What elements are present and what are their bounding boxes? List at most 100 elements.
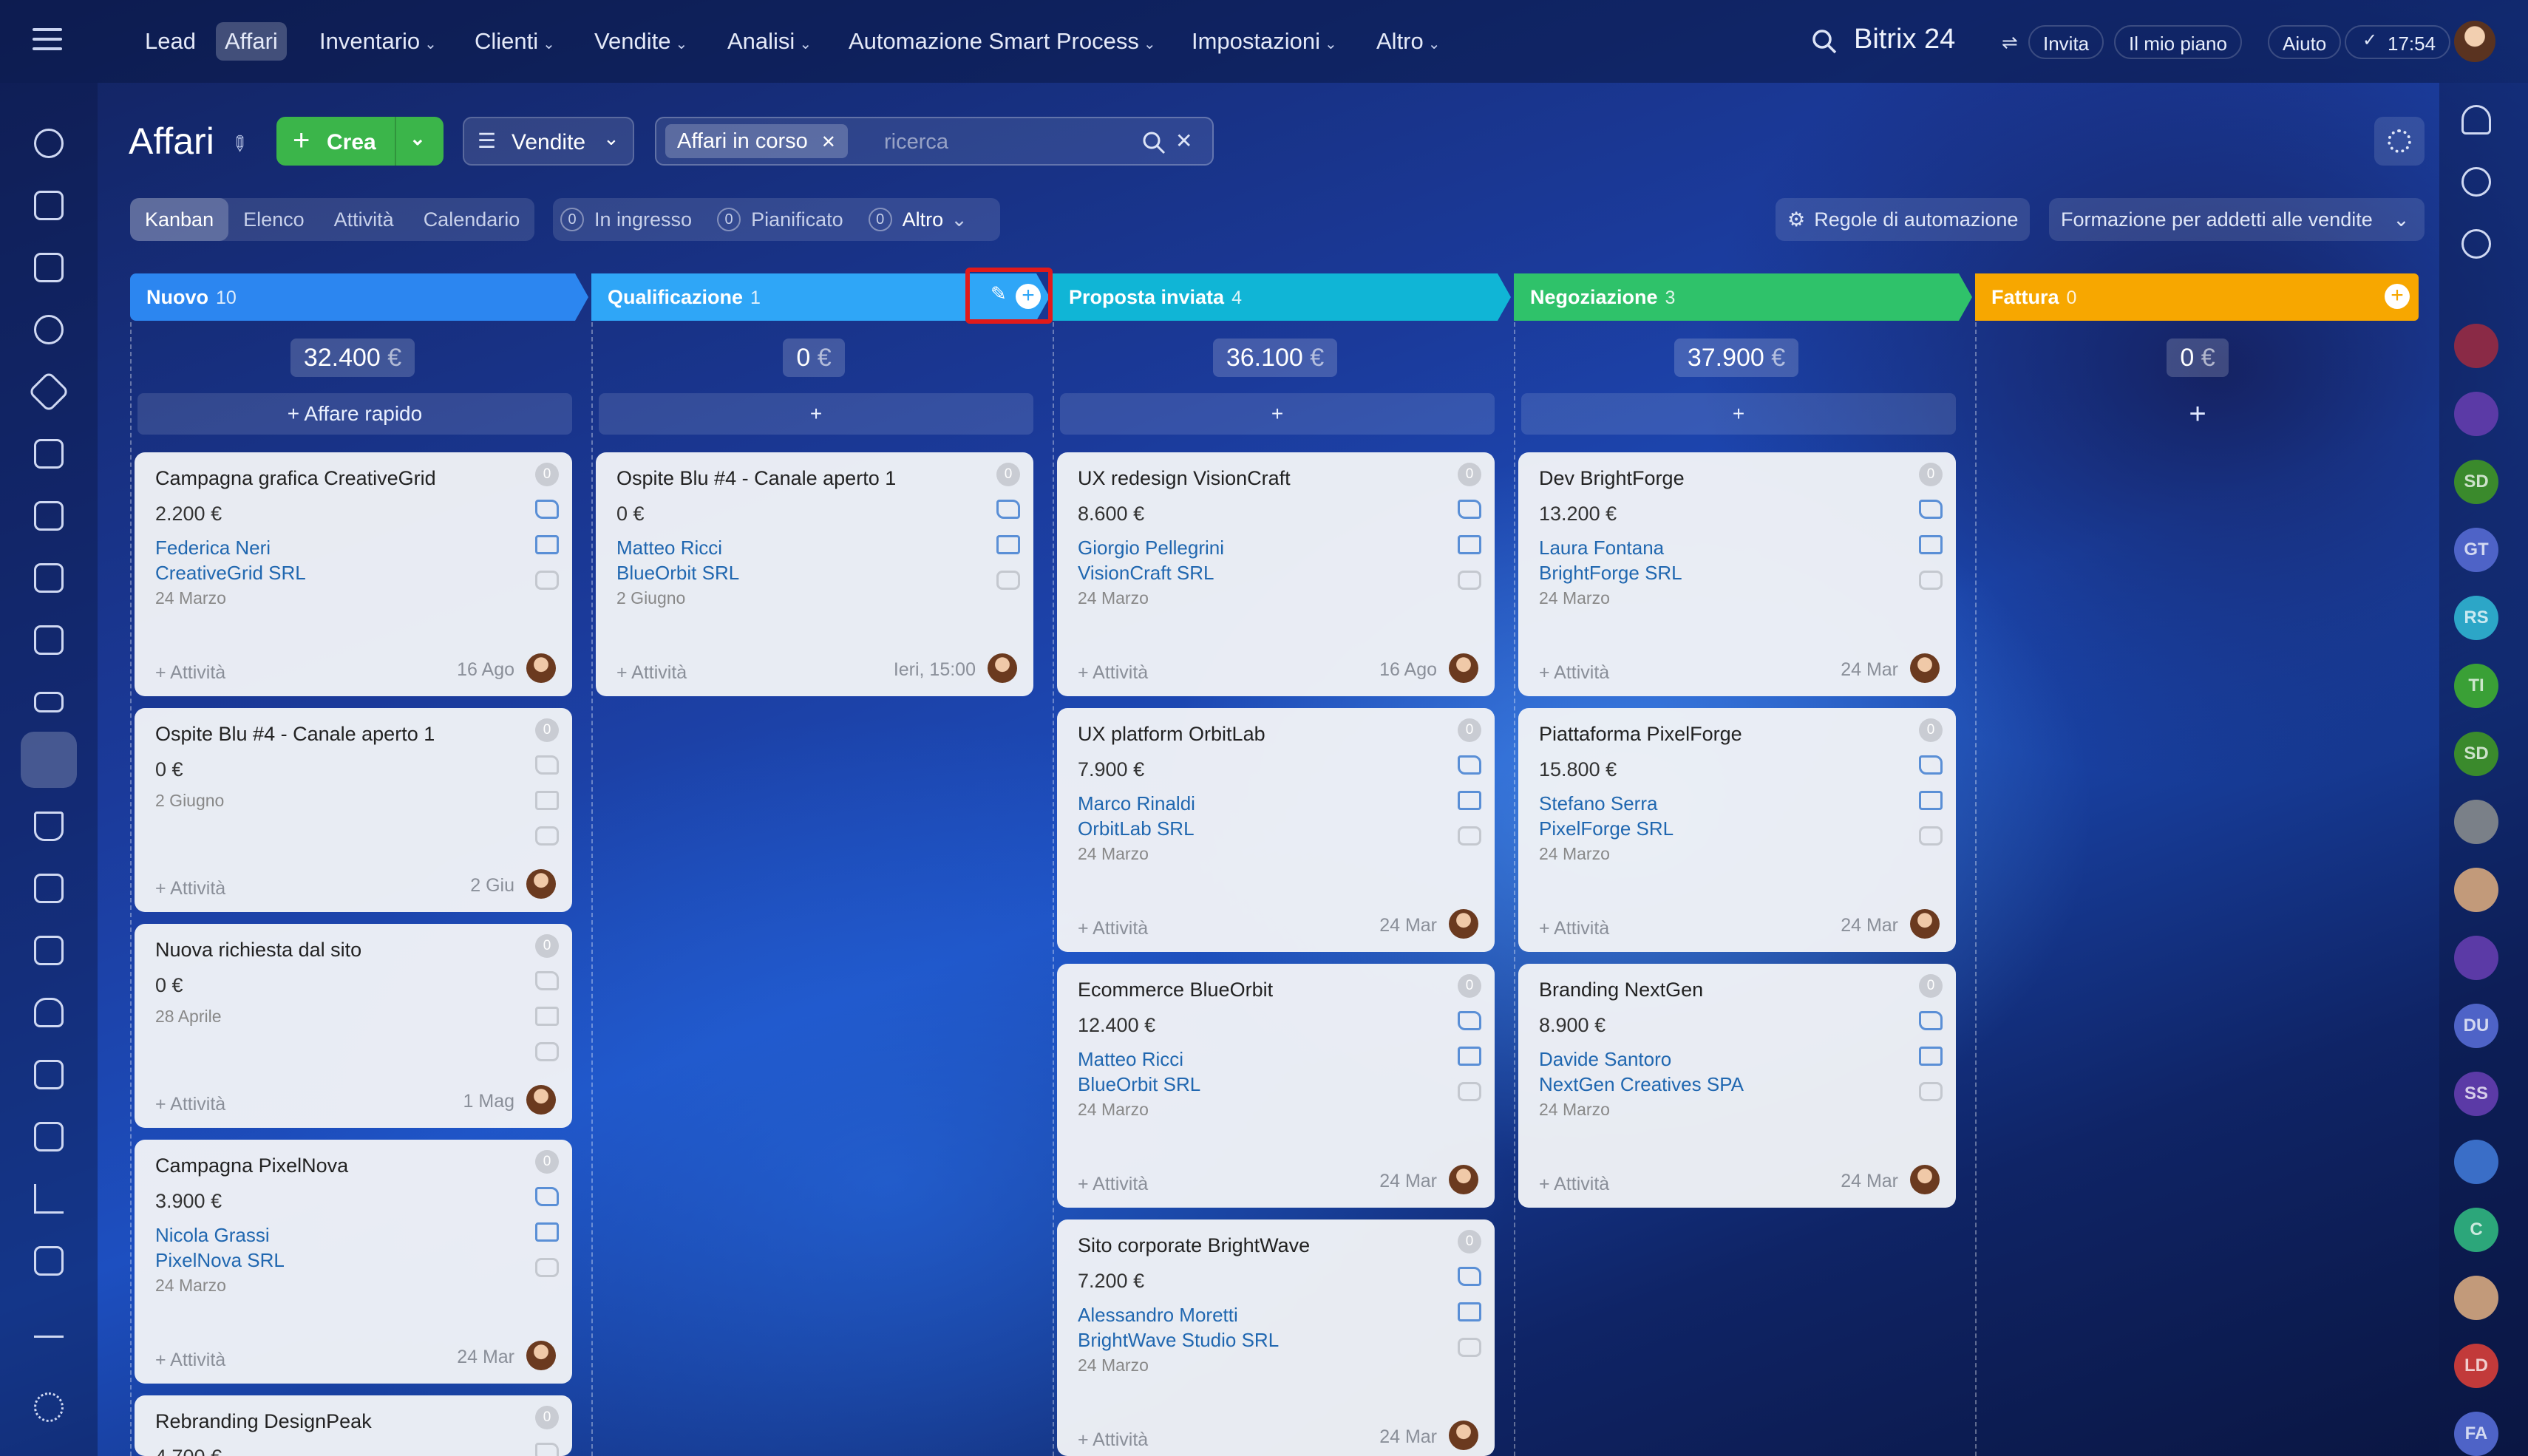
nav-altro[interactable]: Altro ⌄ — [1367, 22, 1450, 61]
deal-title[interactable]: Ecommerce BlueOrbit — [1078, 979, 1273, 1001]
add-activity-link[interactable]: + Attività — [155, 1094, 225, 1115]
search-icon[interactable] — [1811, 28, 1838, 55]
mail-icon[interactable] — [996, 535, 1020, 554]
chat-icon[interactable] — [1458, 1082, 1481, 1101]
tab-elenco[interactable]: Elenco — [228, 198, 319, 241]
phone-icon[interactable] — [1458, 500, 1481, 519]
sign-icon[interactable] — [34, 1246, 64, 1276]
library-icon[interactable] — [34, 1060, 64, 1089]
contact-link[interactable]: Laura Fontana — [1539, 537, 1664, 559]
pen-icon[interactable] — [34, 1308, 64, 1338]
tab-kanban[interactable]: Kanban — [130, 198, 229, 241]
pin-icon[interactable]: ✎ — [225, 129, 254, 159]
phone-icon[interactable] — [535, 500, 559, 519]
clear-icon[interactable]: ✕ — [1175, 129, 1192, 153]
avatar-fa[interactable]: FA — [2454, 1412, 2498, 1456]
avatar-ss[interactable]: SS — [2454, 1072, 2498, 1116]
deal-card[interactable]: Branding NextGen 0 8.900 € Davide Santoro Ne… — [1518, 964, 1956, 1208]
filter-chip[interactable]: Affari in corso ✕ — [665, 124, 848, 158]
company-link[interactable]: BlueOrbit SRL — [1078, 1073, 1200, 1096]
phone-icon[interactable] — [1458, 1267, 1481, 1286]
robot-icon[interactable] — [34, 998, 64, 1027]
tasks-icon[interactable] — [34, 253, 64, 282]
add-activity-link[interactable]: + Attività — [1539, 1174, 1609, 1195]
contact-link[interactable]: Marco Rinaldi — [1078, 792, 1195, 815]
counter-in-ingresso[interactable]: 0 In ingresso — [560, 208, 692, 231]
phone-icon[interactable] — [535, 755, 559, 775]
company-link[interactable]: BrightWave Studio SRL — [1078, 1329, 1279, 1352]
contact-link[interactable]: Davide Santoro — [1539, 1048, 1671, 1071]
time-status-button[interactable]: 17:54 — [2345, 25, 2451, 59]
quick-add-icon[interactable]: + — [2183, 395, 2212, 433]
add-activity-link[interactable]: + Attività — [1078, 918, 1148, 939]
avatar-sd[interactable]: SD — [2454, 460, 2498, 504]
close-icon[interactable]: ✕ — [821, 132, 836, 152]
docs-icon[interactable] — [34, 439, 64, 469]
contacts-icon[interactable] — [34, 936, 64, 965]
quick-add-bar[interactable]: + Affare rapido — [137, 393, 572, 435]
avatar-photo-1[interactable] — [2454, 800, 2498, 844]
store-icon[interactable] — [34, 874, 64, 903]
company-link[interactable]: NextGen Creatives SPA — [1539, 1073, 1744, 1096]
deal-card[interactable]: Piattaforma PixelForge 0 15.800 € Stefano S… — [1518, 708, 1956, 952]
settings-icon[interactable] — [34, 1392, 64, 1422]
deal-card[interactable]: Dev BrightForge 0 13.200 € Laura Fontana Bri… — [1518, 452, 1956, 696]
chat-icon[interactable] — [1919, 1082, 1943, 1101]
chat-icon[interactable] — [1919, 571, 1943, 590]
deal-title[interactable]: Rebranding DesignPeak — [155, 1410, 372, 1433]
calendar-chip-icon[interactable] — [2454, 1140, 2498, 1184]
chat-icon[interactable] — [34, 191, 64, 220]
responsible-avatar[interactable] — [526, 653, 556, 683]
create-button[interactable]: + Crea ⌄ — [276, 117, 444, 166]
phone-icon[interactable] — [1919, 500, 1943, 519]
avatar-ti[interactable]: TI — [2454, 664, 2498, 708]
deal-title[interactable]: Ospite Blu #4 - Canale aperto 1 — [155, 723, 435, 746]
quick-add-bar[interactable]: + — [1521, 393, 1956, 435]
deal-title[interactable]: Nuova richiesta dal sito — [155, 939, 361, 962]
deal-card[interactable]: Sito corporate BrightWave 0 7.200 € Alessan… — [1057, 1219, 1495, 1456]
mail-icon[interactable] — [1919, 535, 1943, 554]
deal-title[interactable]: Branding NextGen — [1539, 979, 1703, 1001]
add-activity-link[interactable]: + Attività — [1078, 1174, 1148, 1195]
feed-icon[interactable] — [34, 129, 64, 158]
add-activity-link[interactable]: + Attività — [616, 662, 687, 684]
phone-icon[interactable] — [1919, 755, 1943, 775]
tab-calendario[interactable]: Calendario — [409, 198, 535, 241]
contact-link[interactable]: Stefano Serra — [1539, 792, 1657, 815]
company-link[interactable]: VisionCraft SRL — [1078, 562, 1214, 585]
crm-icon[interactable] — [27, 370, 70, 413]
responsible-avatar[interactable] — [988, 653, 1017, 683]
deal-card[interactable]: Ospite Blu #4 - Canale aperto 1 0 0 € Matte… — [596, 452, 1033, 696]
phone-icon[interactable] — [1919, 1011, 1943, 1030]
phone-icon[interactable] — [1458, 755, 1481, 775]
mail-icon[interactable] — [535, 791, 559, 810]
mail-icon[interactable] — [1458, 535, 1481, 554]
chat-icon[interactable] — [535, 1258, 559, 1277]
company-link[interactable]: BlueOrbit SRL — [616, 562, 739, 585]
avatar-ld[interactable]: LD — [2454, 1344, 2498, 1388]
training-select[interactable]: Formazione per addetti alle vendite ⌄ — [2049, 198, 2425, 241]
collab-icon[interactable] — [34, 315, 64, 344]
chat-icon[interactable] — [1458, 826, 1481, 846]
quick-add-bar[interactable]: + — [599, 393, 1033, 435]
column-header-3[interactable]: Proposta inviata 4 — [1053, 273, 1498, 321]
company-link[interactable]: OrbitLab SRL — [1078, 817, 1195, 840]
nav-inventario[interactable]: Inventario ⌄ — [310, 22, 446, 61]
cart-icon[interactable] — [34, 812, 64, 841]
presentation-icon[interactable] — [34, 563, 64, 593]
avatar-purple[interactable] — [2454, 392, 2498, 436]
company-link[interactable]: PixelNova SRL — [155, 1249, 285, 1272]
invite-button[interactable]: Invita — [2028, 25, 2104, 59]
contact-link[interactable]: Matteo Ricci — [616, 537, 722, 559]
search-icon[interactable] — [1141, 130, 1166, 155]
schedule-icon[interactable] — [34, 1122, 64, 1151]
deal-card[interactable]: Campagna grafica CreativeGrid 0 2.200 € Fed… — [135, 452, 572, 696]
add-activity-link[interactable]: + Attività — [155, 878, 225, 899]
file-icon[interactable] — [34, 625, 64, 655]
analytics-icon[interactable] — [34, 1184, 64, 1214]
avatar-photo-3[interactable] — [2454, 1276, 2498, 1320]
nav-impostazioni[interactable]: Impostazioni ⌄ — [1183, 22, 1346, 61]
help-button[interactable]: Aiuto — [2268, 25, 2342, 59]
responsible-avatar[interactable] — [526, 869, 556, 899]
nav-automazione[interactable]: Automazione Smart Process ⌄ — [840, 22, 1165, 61]
